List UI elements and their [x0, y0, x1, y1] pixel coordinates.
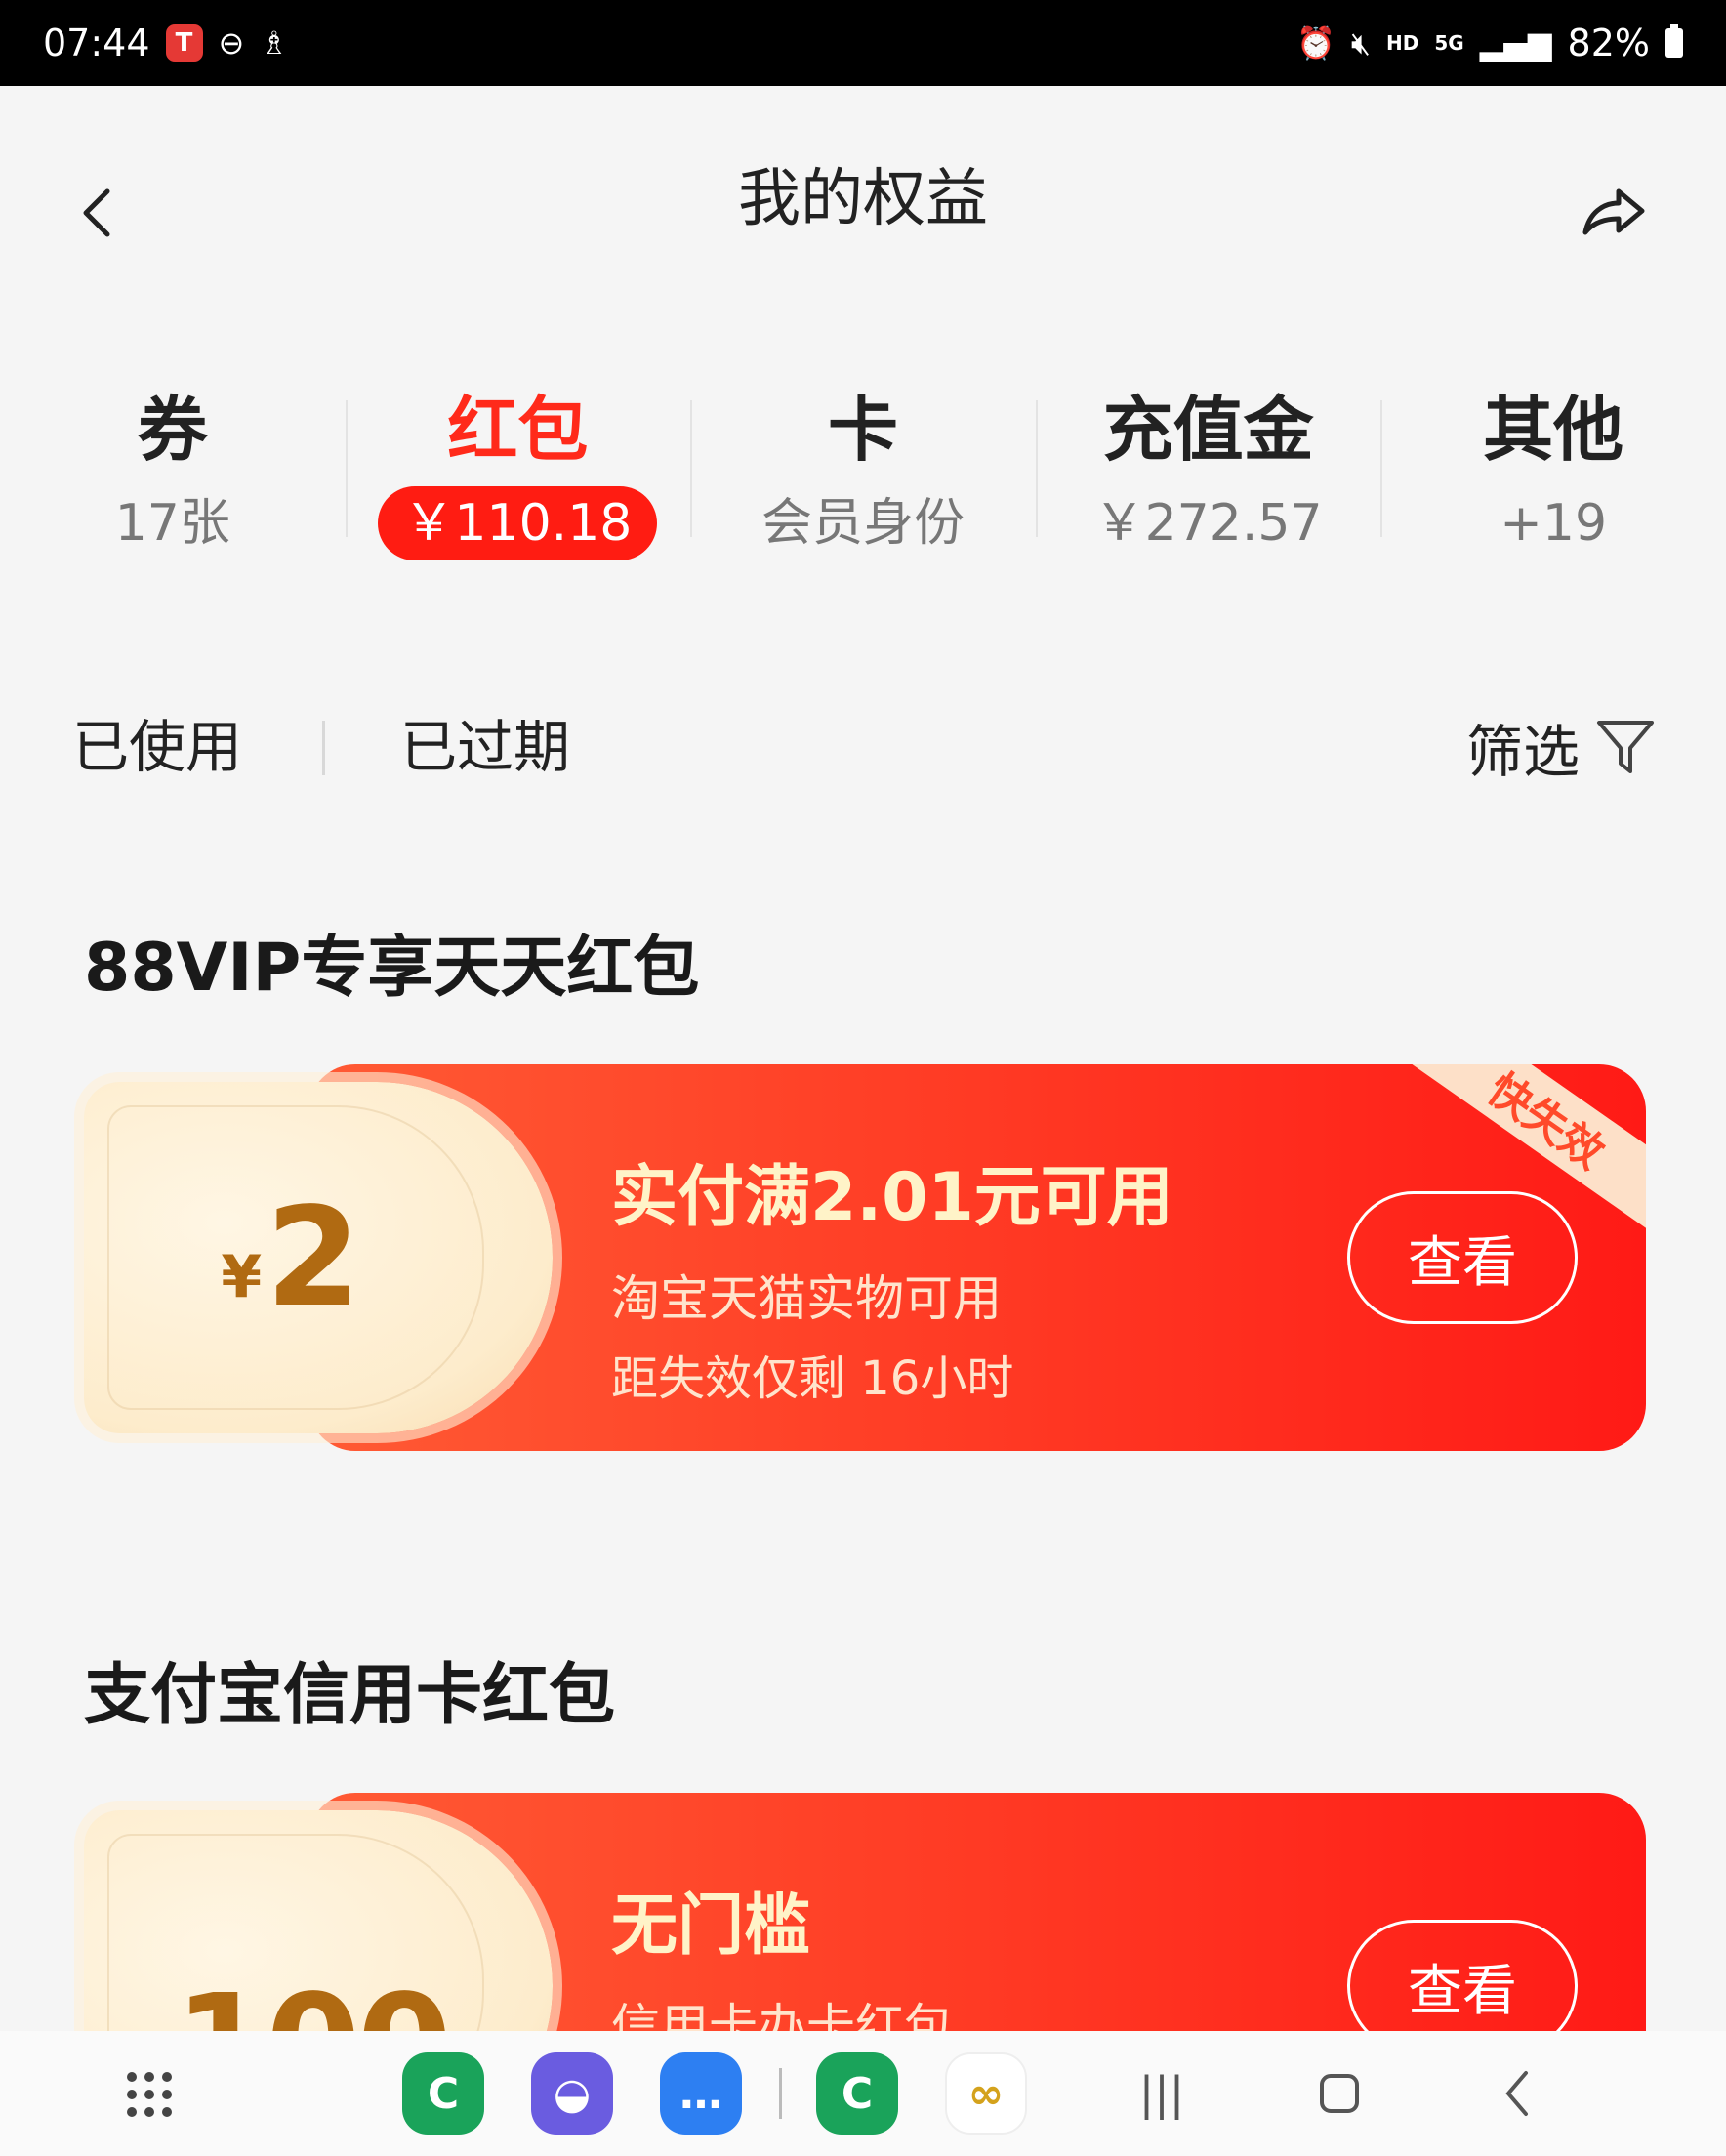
messages-app-icon[interactable]: …	[660, 2052, 742, 2135]
mute-icon: 🔇︎	[1350, 23, 1372, 62]
section-title: 88VIP专享天天红包	[84, 930, 700, 1007]
cloud-app-icon[interactable]: ∞	[945, 2052, 1027, 2135]
tab-amount-badge: ￥110.18	[378, 486, 658, 560]
tab-count: +19	[1500, 494, 1608, 553]
tab-label: 券	[137, 389, 208, 471]
funnel-icon	[1597, 721, 1654, 773]
status-bar: 07:44 T ⊖ ♗ ⏰ 🔇︎ HD 5G ▂▄▆ 82%	[0, 0, 1726, 86]
filter-row: 已使用 已过期 筛选	[0, 703, 1726, 791]
filter-divider	[322, 721, 325, 775]
nav-back-icon[interactable]	[1498, 2066, 1537, 2121]
tab-red-packets[interactable]: 红包 ￥110.18	[345, 361, 691, 596]
tab-sub: 会员身份	[760, 494, 965, 553]
phone-app-icon[interactable]: C	[816, 2052, 898, 2135]
tab-label: 红包	[447, 389, 589, 471]
view-button[interactable]: 查看	[1347, 1191, 1578, 1324]
back-icon[interactable]	[78, 184, 117, 242]
card-expiry: 距失效仅剩 16小时	[611, 1351, 1014, 1406]
filter-button[interactable]: 筛选	[1466, 703, 1658, 791]
app-drawer-icon[interactable]	[127, 2072, 174, 2119]
section-title: 支付宝信用卡红包	[84, 1657, 616, 1734]
phone-app-icon[interactable]: C	[402, 2052, 484, 2135]
card-title: 无门槛	[611, 1887, 811, 1965]
alarm-icon: ⏰	[1296, 24, 1336, 62]
dnd-icon: ⊖	[218, 24, 245, 62]
used-filter[interactable]: 已使用	[72, 703, 242, 791]
battery-percent: 82%	[1567, 21, 1650, 64]
card-amount: ¥ 2	[84, 1082, 494, 1433]
system-nav-bar: C ◒ … C ∞ |||	[0, 2031, 1726, 2156]
card-stub: ¥ 2	[84, 1082, 553, 1433]
dock-divider	[779, 2068, 782, 2119]
expired-filter[interactable]: 已过期	[400, 703, 570, 791]
card-description: 淘宝天猫实物可用	[611, 1270, 1002, 1327]
amount-value: 2	[266, 1178, 360, 1338]
tab-cards[interactable]: 卡 会员身份	[690, 361, 1036, 596]
home-icon[interactable]	[1314, 2066, 1365, 2121]
page-title: 我的权益	[738, 163, 988, 235]
tesla-app-icon: T	[165, 24, 203, 62]
hd-label: HD	[1386, 31, 1419, 55]
benefit-tabs: 券 17张 红包 ￥110.18 卡 会员身份 充值金 ￥272.57 其他 +…	[0, 361, 1726, 596]
tab-label: 其他	[1483, 389, 1624, 471]
tab-others[interactable]: 其他 +19	[1380, 361, 1726, 596]
tab-label: 卡	[827, 389, 898, 471]
tab-label: 充值金	[1102, 389, 1314, 471]
page-header: 我的权益	[0, 86, 1726, 301]
notification-icon: ♗	[260, 24, 289, 62]
signal-icon: ▂▄▆	[1479, 24, 1552, 62]
battery-icon	[1665, 24, 1683, 58]
internet-app-icon[interactable]: ◒	[531, 2052, 613, 2135]
red-packet-card[interactable]: 快失效 ¥ 2 实付满2.01元可用 淘宝天猫实物可用 距失效仅剩 16小时 查…	[84, 1064, 1646, 1451]
card-title: 实付满2.01元可用	[611, 1159, 1173, 1236]
network-label: 5G	[1434, 31, 1464, 55]
status-time: 07:44	[43, 21, 150, 64]
tab-coupons[interactable]: 券 17张	[0, 361, 346, 596]
share-icon[interactable]	[1580, 184, 1648, 242]
currency-symbol: ¥	[221, 1243, 263, 1311]
tab-count: 17张	[114, 494, 230, 553]
tab-amount: ￥272.57	[1093, 494, 1323, 553]
filter-label: 筛选	[1465, 719, 1580, 785]
tab-recharge[interactable]: 充值金 ￥272.57	[1035, 361, 1381, 596]
recents-icon[interactable]: |||	[1132, 2066, 1191, 2121]
